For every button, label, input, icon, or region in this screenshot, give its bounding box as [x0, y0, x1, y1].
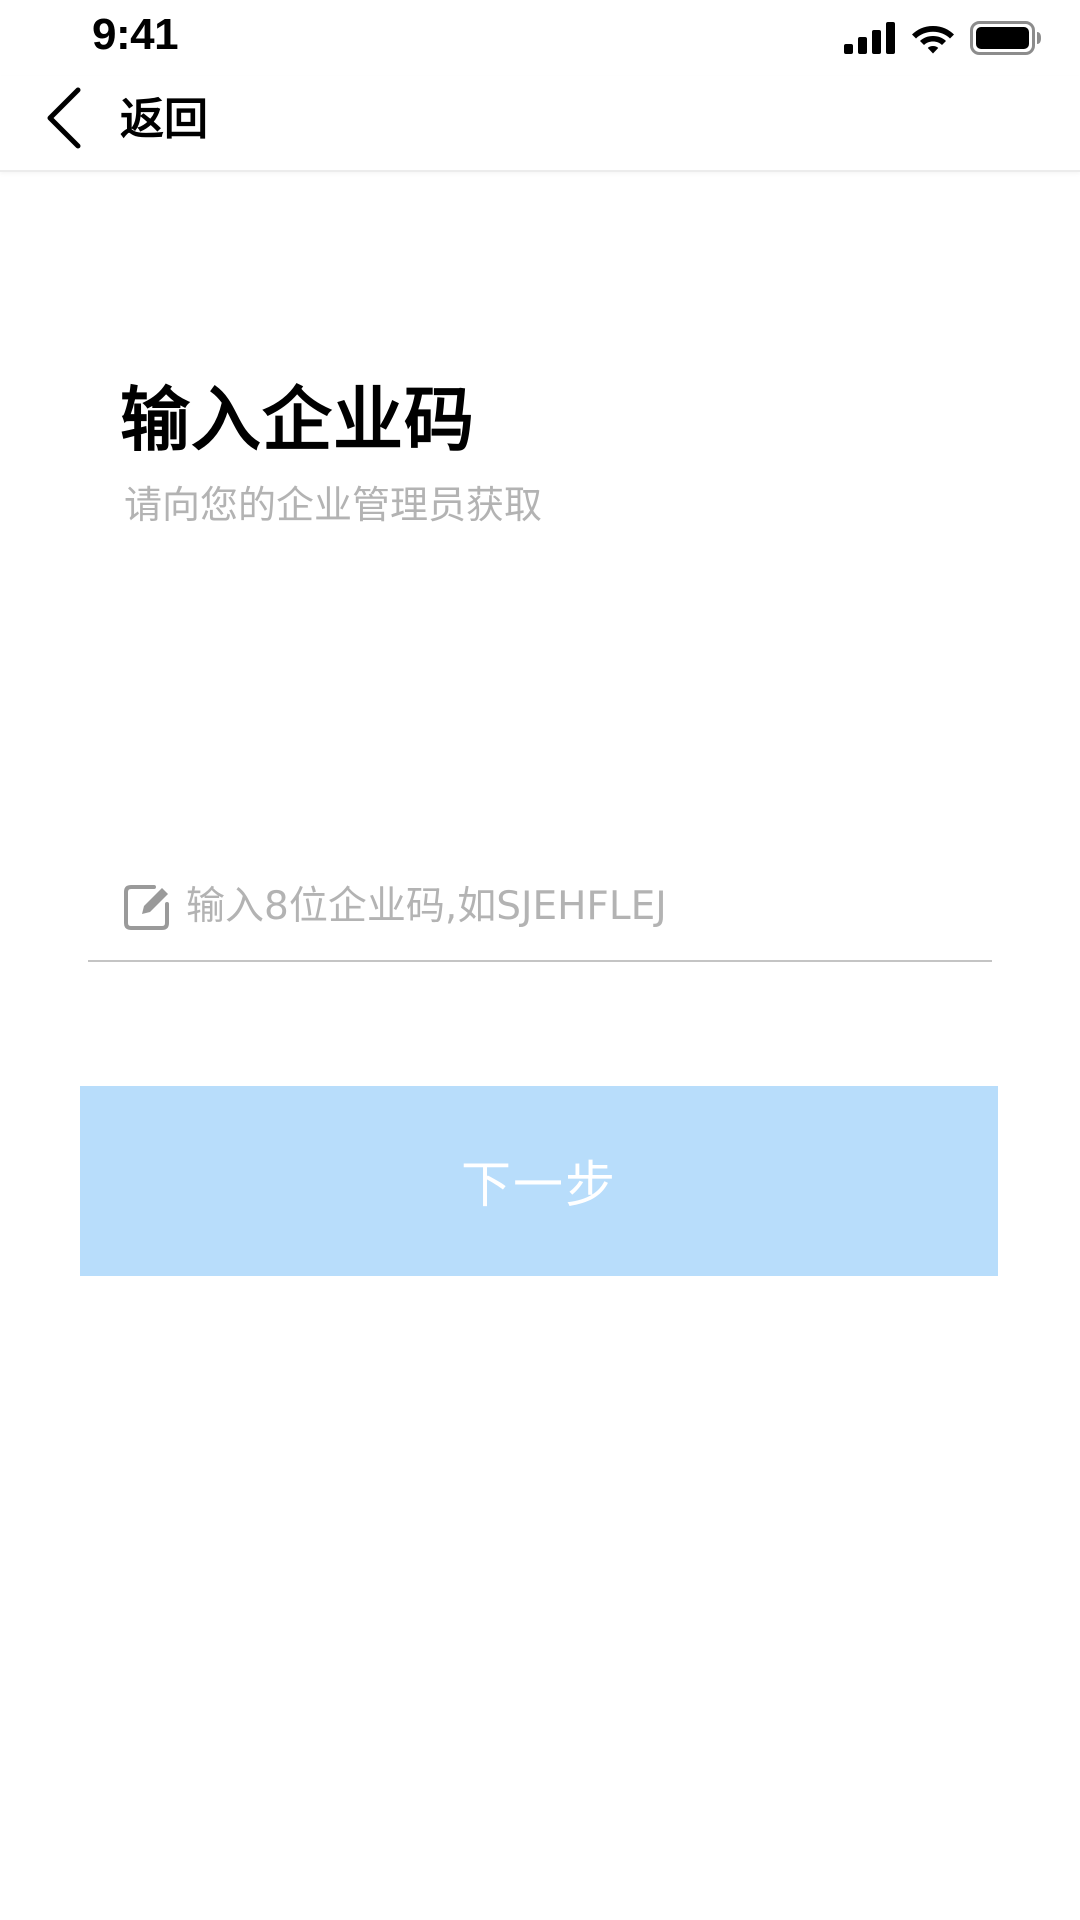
enterprise-code-input[interactable] — [186, 874, 976, 938]
wifi-icon — [912, 26, 954, 54]
back-button-label[interactable]: 返回 — [120, 90, 208, 150]
battery-icon — [970, 21, 1041, 55]
page-title: 输入企业码 — [120, 379, 475, 461]
page-subtitle: 请向您的企业管理员获取 — [124, 483, 543, 527]
edit-icon — [124, 885, 169, 930]
signal-icon — [844, 22, 895, 54]
enterprise-code-field[interactable] — [88, 870, 992, 962]
status-bar: 9:41 — [0, 0, 1080, 76]
status-icons — [844, 18, 1042, 58]
status-time: 9:41 — [92, 10, 179, 59]
chevron-left-icon[interactable] — [44, 86, 84, 150]
next-button[interactable]: 下一步 — [80, 1086, 998, 1276]
nav-bar: 返回 — [0, 76, 1080, 172]
